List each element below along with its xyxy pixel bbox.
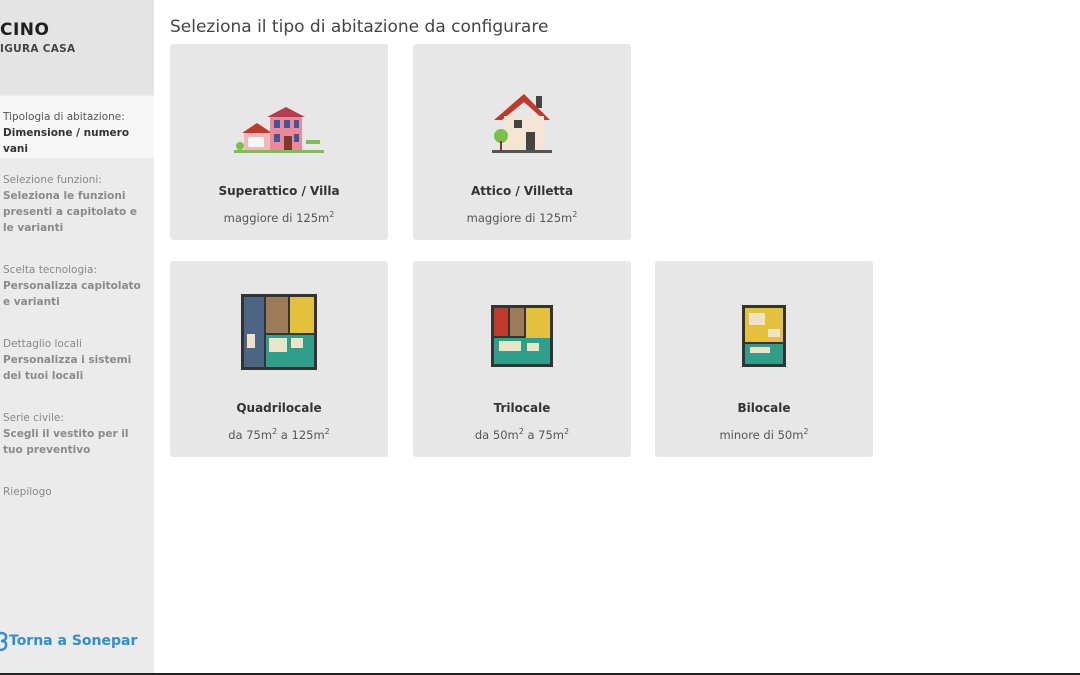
- card-title: Trilocale: [493, 401, 551, 415]
- page-title: Seleziona il tipo di abitazione da confi…: [170, 17, 549, 37]
- app-name: IGURA CASA: [0, 43, 76, 55]
- villa-icon: [234, 107, 324, 153]
- floorplan-2-icon: [742, 305, 786, 367]
- step-label: Serie civile:: [3, 412, 64, 424]
- card-size: maggiore di 125m2: [466, 210, 578, 225]
- card-title: Attico / Villetta: [470, 184, 574, 198]
- floorplan-3-icon: [491, 305, 553, 367]
- floorplan-4-icon: [241, 294, 317, 370]
- step-desc: Personalizza capitolato e varianti: [3, 280, 141, 308]
- step-serie-civile[interactable]: Serie civile: Scegli il vestito per il t…: [0, 410, 154, 458]
- brand-logo: CINO: [0, 20, 50, 40]
- step-desc: Personalizza i sistemi dei tuoi locali: [3, 354, 132, 382]
- sidebar: CINO IGURA CASA Tipologia di abitazione:…: [0, 0, 154, 675]
- step-label: Dettaglio locali: [3, 338, 82, 350]
- step-label: Scelta tecnologia:: [3, 264, 98, 276]
- card-size: maggiore di 125m2: [223, 210, 335, 225]
- step-dettaglio-locali[interactable]: Dettaglio locali Personalizza i sistemi …: [0, 336, 154, 384]
- card-title: Quadrilocale: [236, 401, 322, 415]
- step-desc: Scegli il vestito per il tuo preventivo: [3, 428, 129, 456]
- card-size: minore di 50m2: [719, 427, 809, 442]
- brand-area: CINO IGURA CASA: [0, 0, 154, 94]
- step-label: Riepilogo: [3, 486, 52, 498]
- card-bilocale[interactable]: Bilocale minore di 50m2: [655, 261, 873, 457]
- step-tipologia[interactable]: Tipologia di abitazione: Dimensione / nu…: [0, 96, 154, 158]
- step-tecnologia[interactable]: Scelta tecnologia: Personalizza capitola…: [0, 262, 154, 310]
- step-riepilogo[interactable]: Riepilogo: [0, 484, 154, 500]
- step-desc: Seleziona le funzioni presenti a capitol…: [3, 190, 138, 234]
- card-superattico-villa[interactable]: Superattico / Villa maggiore di 125m2: [170, 44, 388, 240]
- step-desc: Dimensione / numero vani: [3, 127, 130, 155]
- card-size: da 50m2 a 75m2: [474, 427, 570, 442]
- card-title: Bilocale: [737, 401, 791, 415]
- house-icon: [492, 94, 552, 153]
- card-title: Superattico / Villa: [218, 184, 340, 198]
- step-label: Selezione funzioni:: [3, 174, 102, 186]
- card-trilocale[interactable]: Trilocale da 50m2 a 75m2: [413, 261, 631, 457]
- card-quadrilocale[interactable]: Quadrilocale da 75m2 a 125m2: [170, 261, 388, 457]
- card-size: da 75m2 a 125m2: [228, 427, 330, 442]
- step-funzioni[interactable]: Selezione funzioni: Seleziona le funzion…: [0, 172, 154, 236]
- sonepar-logo-icon: [0, 631, 8, 652]
- step-label: Tipologia di abitazione:: [3, 111, 125, 123]
- card-attico-villetta[interactable]: Attico / Villetta maggiore di 125m2: [413, 44, 631, 240]
- back-to-sonepar-link[interactable]: Torna a Sonepar: [0, 630, 137, 652]
- back-link-label: Torna a Sonepar: [9, 633, 138, 649]
